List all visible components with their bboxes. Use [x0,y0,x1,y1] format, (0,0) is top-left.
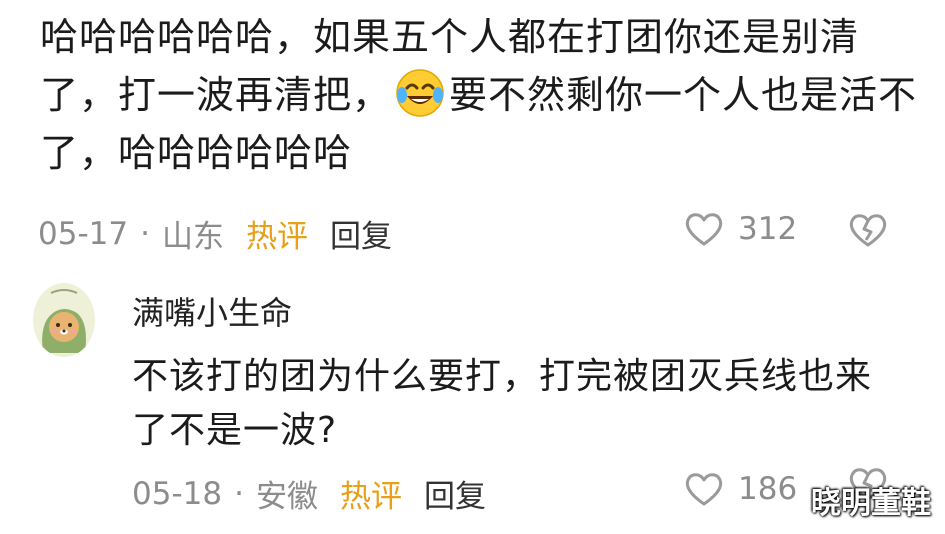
reply-body: 不该打的团为什么要打，打完被团灭兵线也来了不是一波? [132,356,873,451]
reply-username[interactable]: 满嘴小生命 [132,288,292,334]
heart-icon [685,473,723,506]
comment-like-count: 312 [738,211,798,247]
reply-reply-button[interactable]: 回复 [424,471,486,516]
separator-dot: · [140,215,150,252]
comment-reply-button[interactable]: 回复 [330,211,392,256]
reply-like-button[interactable]: 186 [684,471,797,507]
reply-like-count: 186 [738,471,798,507]
avatar[interactable] [33,283,95,357]
comment-location: 山东 [161,219,224,255]
reply-meta: 05-18 · 安徽 热评 回复 [132,471,486,516]
comment-meta: 05-17 · 山东 热评 回复 [38,211,392,256]
heart-icon [685,213,723,246]
separator-dot: · [234,475,244,512]
comment-date: 05-17 [38,215,129,252]
comment-like-button[interactable]: 312 [684,211,797,247]
comment-body: 哈哈哈哈哈哈，如果五个人都在打团你还是别清了，打一波再清把， 要不然剩你一个人也… [40,8,920,182]
watermark: 晓明董鞋 [811,486,931,521]
hot-reply-badge: 热评 [339,479,402,515]
face-with-tears-of-joy-icon [396,69,444,117]
broken-heart-icon[interactable] [848,212,888,248]
reply-date: 05-18 [132,475,223,512]
avatar-cartoon-dog-icon [33,283,95,357]
reply-location: 安徽 [255,479,318,515]
hot-comment-badge: 热评 [245,219,308,255]
